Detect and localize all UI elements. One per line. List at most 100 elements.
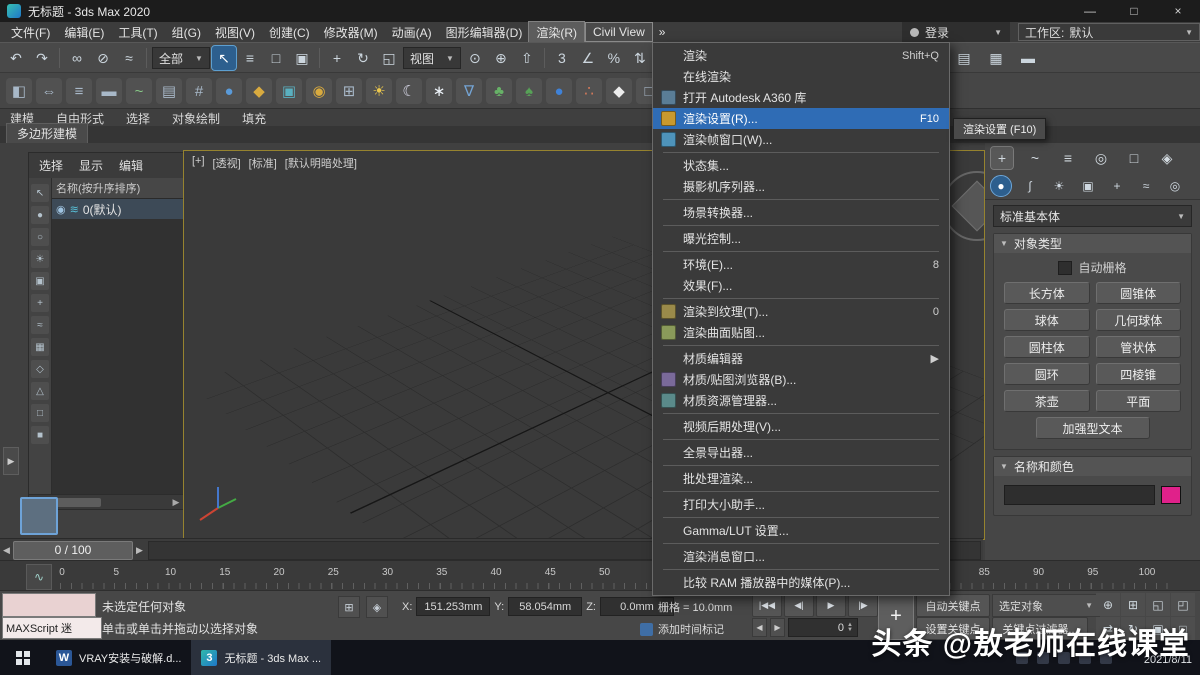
bind-spacewarp-icon[interactable]: ≈	[117, 46, 141, 70]
viewport-label-part-2[interactable]: [标准]	[249, 155, 277, 171]
prev-frame-icon[interactable]: ◀	[752, 618, 767, 637]
render-menu-item-13[interactable]: 环境(E)...8	[653, 254, 949, 275]
display-spacewarps-icon[interactable]: ≈	[31, 316, 49, 334]
render-menu-item-23[interactable]: 视频后期处理(V)...	[653, 416, 949, 437]
object-button-9[interactable]: 平面	[1096, 390, 1182, 412]
display-xrefs-icon[interactable]: ◇	[31, 360, 49, 378]
display-cameras-icon[interactable]: ▣	[31, 272, 49, 290]
zoom-icon[interactable]: ⊕	[1096, 593, 1120, 616]
playback-button-3[interactable]: |▶	[848, 594, 878, 617]
display-shapes-icon[interactable]: ○	[31, 228, 49, 246]
keyboard-override-icon[interactable]: ⇧	[515, 46, 539, 70]
undo-icon[interactable]: ↶	[4, 46, 28, 70]
menubar-item-4[interactable]: 视图(V)	[208, 22, 262, 43]
ref-coord-dropdown[interactable]: 视图▼	[403, 47, 461, 69]
toggle-ribbon-icon[interactable]: ▬	[96, 78, 122, 104]
time-slider-thumb[interactable]: 0 / 100	[13, 541, 133, 560]
layer-explorer-icon[interactable]: ≡	[66, 78, 92, 104]
motion-tab[interactable]: ◎	[1090, 147, 1112, 169]
menubar-item-8[interactable]: 图形编辑器(D)	[439, 22, 530, 43]
primitive-type-dropdown[interactable]: 标准基本体 ▼	[993, 205, 1192, 227]
coord-field-1[interactable]: 58.054mm	[508, 597, 582, 616]
menubar-item-1[interactable]: 编辑(E)	[57, 22, 111, 43]
systems-category[interactable]: ◎	[1165, 176, 1185, 196]
maxscript-listener-label[interactable]: MAXScript 迷	[2, 617, 102, 639]
selection-lock-icon[interactable]: ◈	[366, 596, 388, 618]
render-menu-item-16[interactable]: 渲染到纹理(T)...0	[653, 301, 949, 322]
add-time-tag[interactable]: 添加时间标记	[640, 621, 724, 637]
object-button-6[interactable]: 圆环	[1004, 363, 1090, 385]
explorer-menu-2[interactable]: 编辑	[119, 157, 143, 174]
tree-icon[interactable]: ♠	[516, 78, 542, 104]
sphere-material-icon[interactable]: ●	[546, 78, 572, 104]
mirror-icon[interactable]: ◧	[6, 78, 32, 104]
render-menu-item-21[interactable]: 材质资源管理器...	[653, 390, 949, 411]
render-menu-item-29[interactable]: 打印大小助手...	[653, 494, 949, 515]
render-menu-item-14[interactable]: 效果(F)...	[653, 275, 949, 296]
taskbar-app-1[interactable]: 3无标题 - 3ds Max ...	[191, 640, 331, 675]
render-menu-item-19[interactable]: 材质编辑器▶	[653, 348, 949, 369]
rgb-channels-icon[interactable]: ∴	[576, 78, 602, 104]
schematic-view-icon[interactable]: #	[186, 78, 212, 104]
auto-key-button[interactable]: 自动关键点	[916, 594, 990, 617]
panel-expand-button[interactable]: ▶	[3, 447, 19, 475]
helpers-category[interactable]: +	[1107, 176, 1127, 196]
object-button-0[interactable]: 长方体	[1004, 282, 1090, 304]
object-button-2[interactable]: 球体	[1004, 309, 1090, 331]
render-menu-item-6[interactable]: 状态集...	[653, 155, 949, 176]
teapot-render-icon[interactable]: ◆	[606, 78, 632, 104]
render-menu-item-33[interactable]: 渲染消息窗口...	[653, 546, 949, 567]
start-button[interactable]	[0, 640, 46, 675]
unlink-selection-icon[interactable]: ⊘	[91, 46, 115, 70]
render-menu-item-1[interactable]: 在线渲染	[653, 66, 949, 87]
name-color-rollout-header[interactable]: ▼ 名称和颜色	[994, 457, 1191, 476]
taskbar-app-0[interactable]: WVRAY安装与破解.d...	[46, 640, 191, 675]
percent-snap-icon[interactable]: %	[602, 46, 626, 70]
menubar-item-3[interactable]: 组(G)	[165, 22, 208, 43]
display-containers-icon[interactable]: □	[31, 404, 49, 422]
menubar-item-7[interactable]: 动画(A)	[385, 22, 439, 43]
render-menu-item-2[interactable]: 打开 Autodesk A360 库	[653, 87, 949, 108]
rect-selection-region-icon[interactable]: □	[264, 46, 288, 70]
select-manipulate-icon[interactable]: ⊕	[489, 46, 513, 70]
geometry-category[interactable]: ●	[991, 176, 1011, 196]
menubar-item-5[interactable]: 创建(C)	[262, 22, 317, 43]
render-menu-item-9[interactable]: 场景转换器...	[653, 202, 949, 223]
open-app-store-icon[interactable]: ⊞	[336, 78, 362, 104]
render-setup-icon[interactable]: ◆	[246, 78, 272, 104]
tab-polygon-modeling[interactable]: 多边形建模	[6, 123, 88, 143]
render-menu-item-17[interactable]: 渲染曲面贴图...	[653, 322, 949, 343]
playback-button-2[interactable]: ▶	[816, 594, 846, 617]
layer-explorer-toggle-icon[interactable]: ▦	[984, 46, 1008, 70]
render-menu-item-31[interactable]: Gamma/LUT 设置...	[653, 520, 949, 541]
align-icon[interactable]: ⇔	[36, 78, 62, 104]
rendered-frame-icon[interactable]: ▣	[276, 78, 302, 104]
hierarchy-tab[interactable]: ≡	[1057, 147, 1079, 169]
render-menu-item-35[interactable]: 比较 RAM 播放器中的媒体(P)...	[653, 572, 949, 593]
explorer-row[interactable]: ◉ ≋ 0(默认)	[52, 199, 183, 219]
selection-set-dropdown[interactable]: 选定对象 ▼	[992, 594, 1100, 617]
ribbon-tab-2[interactable]: 选择	[126, 110, 150, 127]
object-button-5[interactable]: 管状体	[1096, 336, 1182, 358]
grass-icon[interactable]: ♣	[486, 78, 512, 104]
isolate-selection-icon[interactable]: ⊞	[338, 596, 360, 618]
ribbon-tab-4[interactable]: 填充	[242, 110, 266, 127]
select-rotate-icon[interactable]: ↻	[351, 46, 375, 70]
menubar-item-11[interactable]: »	[652, 23, 673, 41]
render-menu-item-4[interactable]: 渲染帧窗口(W)...	[653, 129, 949, 150]
sign-in-button[interactable]: 登录 ▼	[902, 22, 1010, 42]
create-tab[interactable]: +	[991, 147, 1013, 169]
render-menu-item-3[interactable]: 渲染设置(R)...F10	[653, 108, 949, 129]
explorer-menu-0[interactable]: 选择	[39, 157, 63, 174]
playback-button-1[interactable]: ◀|	[784, 594, 814, 617]
viewcube-cube[interactable]	[952, 181, 985, 232]
display-tab[interactable]: □	[1123, 147, 1145, 169]
display-lights-icon[interactable]: ☀	[31, 250, 49, 268]
current-frame-field[interactable]: 0 ▲▼	[788, 618, 858, 637]
spacewarps-category[interactable]: ≈	[1136, 176, 1156, 196]
visibility-eye-icon[interactable]: ◉	[56, 203, 66, 216]
angle-snap-icon[interactable]: ∠	[576, 46, 600, 70]
material-editor-icon[interactable]: ●	[216, 78, 242, 104]
select-scale-icon[interactable]: ◱	[377, 46, 401, 70]
object-button-3[interactable]: 几何球体	[1096, 309, 1182, 331]
